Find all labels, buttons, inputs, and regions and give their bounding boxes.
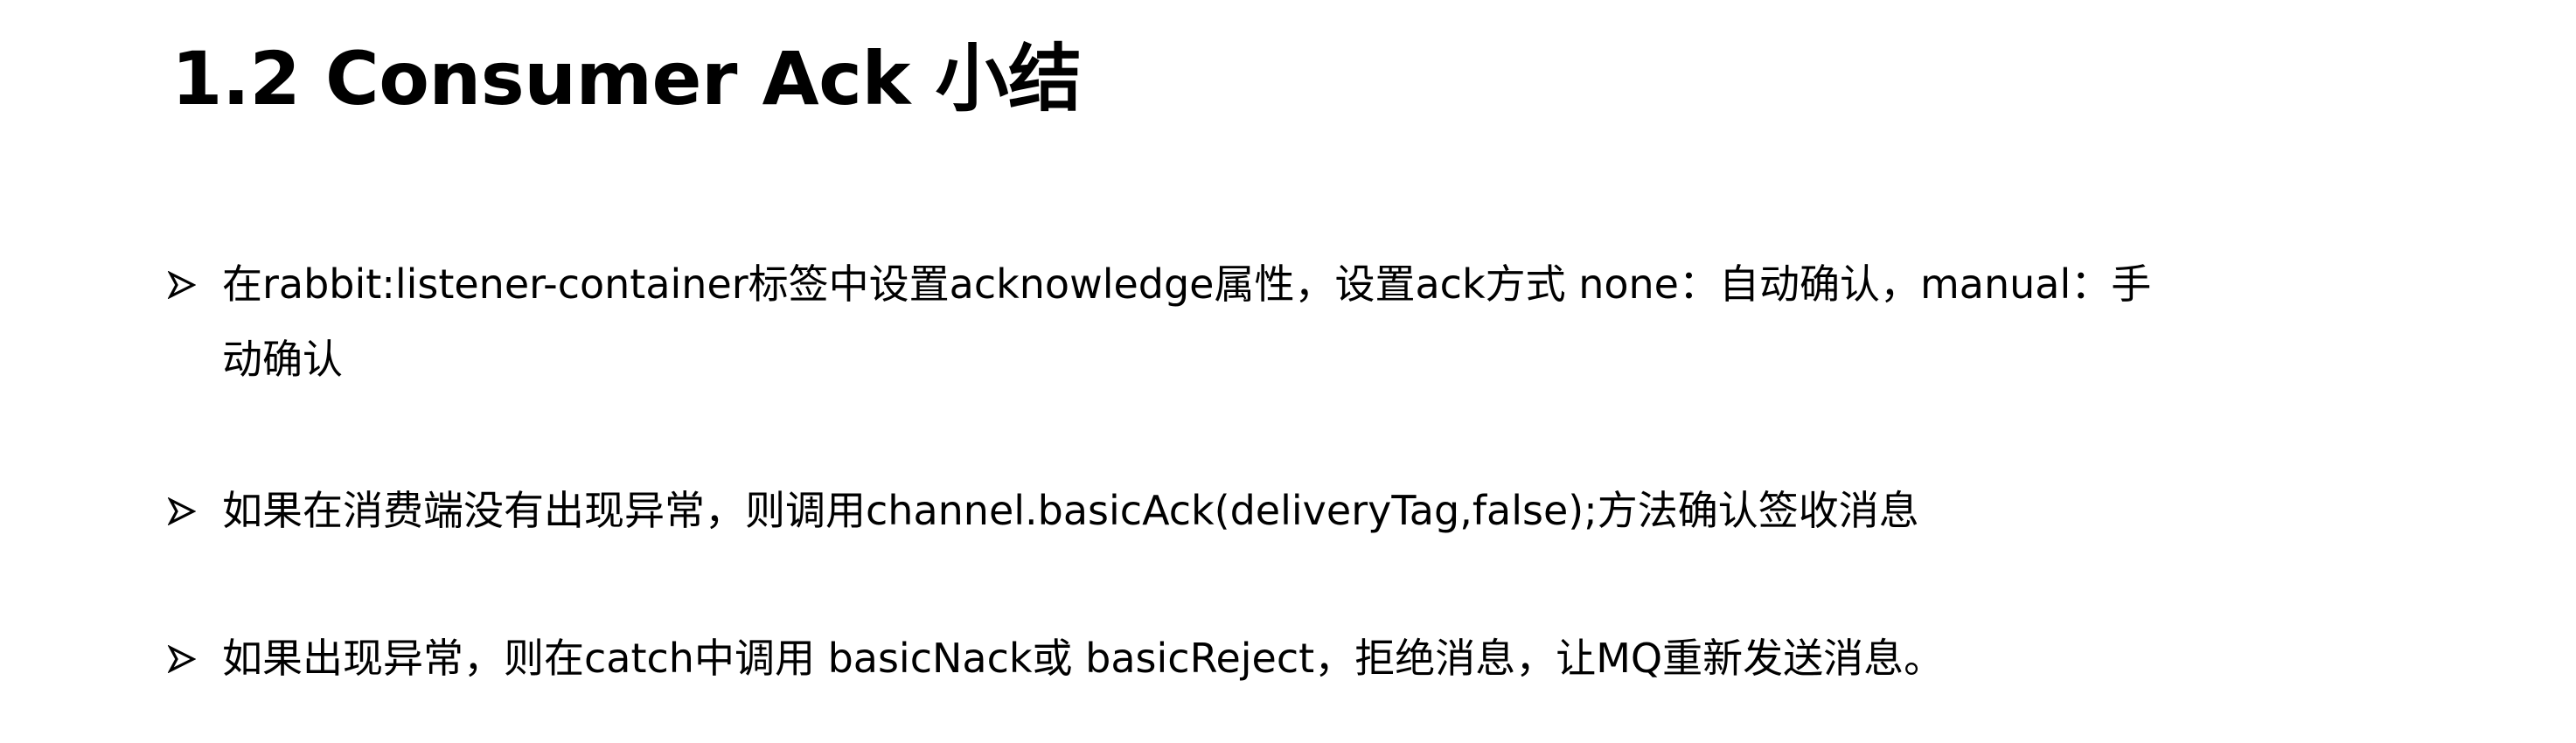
bullet-text-line: 如果在消费端没有出现异常，则调用channel.basicAck(deliver… — [222, 487, 1919, 534]
arrow-bullet-icon — [168, 271, 196, 299]
bullet-item: 如果出现异常，则在catch中调用 basicNack或 basicReject… — [168, 621, 2266, 696]
bullet-text-line: 动确认 — [222, 336, 343, 383]
arrow-bullet-icon — [168, 497, 196, 525]
page-title: 1.2 Consumer Ack 小结 — [171, 36, 1082, 122]
bullet-item: 在rabbit:listener-container标签中设置acknowled… — [168, 247, 2266, 397]
bullet-text-line: 如果出现异常，则在catch中调用 basicNack或 basicReject… — [222, 635, 1945, 682]
document-page: 1.2 Consumer Ack 小结 在rabbit:listener-con… — [0, 0, 2576, 743]
bullet-item: 如果在消费端没有出现异常，则调用channel.basicAck(deliver… — [168, 473, 2266, 548]
summary-bullet-list: 在rabbit:listener-container标签中设置acknowled… — [168, 247, 2266, 696]
arrow-bullet-icon — [168, 645, 196, 673]
bullet-text-line: 在rabbit:listener-container标签中设置acknowled… — [222, 260, 2152, 308]
